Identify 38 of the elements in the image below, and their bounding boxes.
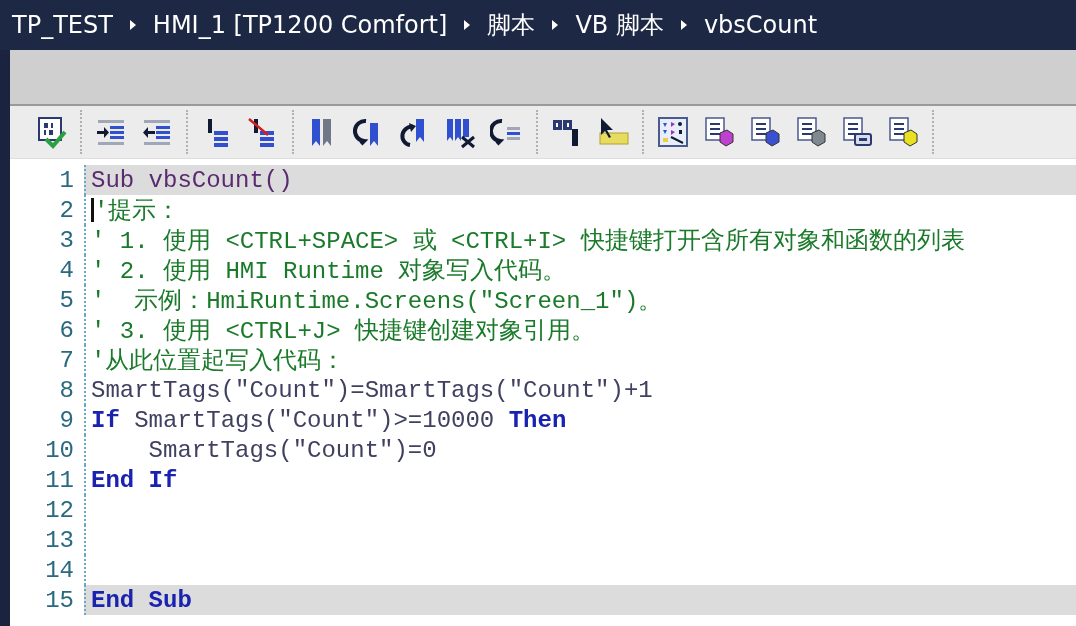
chevron-right-icon bbox=[128, 19, 137, 31]
code-text: ' 3. 使用 <CTRL+J> 快捷键创建对象引用。 bbox=[91, 317, 596, 346]
code-text: SmartTags("Count")=0 bbox=[147, 436, 437, 464]
line-number: 15 bbox=[44, 586, 75, 614]
breadcrumb-item[interactable]: VB 脚本 bbox=[575, 9, 664, 41]
code-text: '从此位置起写入代码： bbox=[91, 347, 346, 376]
line-number: 5 bbox=[58, 286, 75, 314]
breadcrumb-item[interactable]: 脚本 bbox=[487, 9, 536, 41]
line-number: 2 bbox=[58, 196, 75, 224]
code-text: End Sub bbox=[91, 586, 192, 614]
code-text: ' 2. 使用 HMI Runtime 对象写入代码。 bbox=[91, 257, 567, 286]
chevron-right-icon bbox=[679, 19, 688, 31]
line-number: 4 bbox=[58, 256, 75, 284]
line-number: 13 bbox=[44, 526, 75, 554]
line-number: 1 bbox=[58, 166, 75, 194]
chevron-right-icon bbox=[551, 19, 560, 31]
breadcrumb-item[interactable]: HMI_1 [TP1200 Comfort] bbox=[152, 11, 448, 39]
code-text: Sub vbsCount() bbox=[91, 166, 293, 194]
code-text: SmartTags("Count")=SmartTags("Count")+1 bbox=[91, 376, 653, 404]
chevron-right-icon bbox=[463, 19, 472, 31]
line-number: 6 bbox=[58, 316, 75, 344]
line-number: 12 bbox=[44, 496, 75, 524]
code-text: '提示： bbox=[94, 197, 181, 226]
code-text: If bbox=[91, 406, 120, 434]
line-number: 8 bbox=[58, 376, 75, 404]
line-number: 3 bbox=[58, 226, 75, 254]
line-number: 14 bbox=[44, 556, 75, 584]
code-text: ' 1. 使用 <CTRL+SPACE> 或 <CTRL+I> 快捷键打开含所有对象和函数的列表 bbox=[91, 227, 965, 256]
breadcrumb-item[interactable]: TP_TEST bbox=[12, 11, 113, 39]
line-number: 7 bbox=[58, 346, 75, 374]
code-text: Then bbox=[508, 406, 567, 434]
code-text: ' 示例：HmiRuntime.Screens("Screen_1")。 bbox=[91, 287, 663, 316]
line-number: 11 bbox=[44, 466, 75, 494]
line-number: 9 bbox=[58, 406, 75, 434]
line-number: 10 bbox=[44, 436, 75, 464]
code-text: End If bbox=[91, 466, 178, 494]
breadcrumb-item[interactable]: vbsCount bbox=[703, 11, 818, 39]
code-text: SmartTags("Count")>=10000 bbox=[133, 406, 496, 434]
